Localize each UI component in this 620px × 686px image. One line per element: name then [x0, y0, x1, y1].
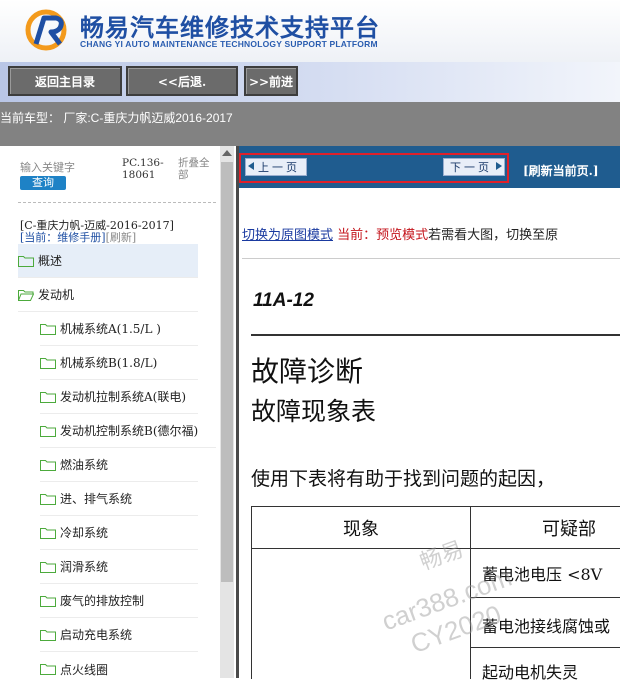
back-button[interactable]: <<后退. — [126, 66, 238, 96]
folder-icon — [40, 323, 56, 335]
tree-item-mech-a[interactable]: 机械系统A(1.5/L ) — [40, 312, 198, 346]
doc-heading: 故障诊断 — [251, 355, 364, 388]
tree-item-cooling[interactable]: 冷却系统 — [40, 516, 198, 550]
folder-icon — [40, 357, 56, 369]
current-vehicle-text: 当前车型： 厂家:C-重庆力帆迈威2016-2017 — [0, 111, 233, 125]
divider — [242, 258, 620, 259]
pager-bar: 上一页 下一页 [刷新当前页.] — [239, 146, 620, 188]
doc-page-code: 11A-12 — [253, 290, 314, 311]
folder-icon — [40, 493, 56, 505]
folder-icon — [18, 255, 34, 267]
tree-item-ecu-b[interactable]: 发动机控制系统B(德尔福) — [40, 414, 216, 448]
fold-all-link[interactable]: 折叠全部 — [178, 157, 218, 181]
mode-hint-text: 若需看大图，切换至原 — [428, 228, 559, 243]
app-header: 畅易汽车维修技术支持平台 CHANG YI AUTO MAINTENANCE T… — [0, 0, 620, 62]
left-arrow-icon — [248, 162, 254, 170]
tree-item-label: 发动机控制系统B(德尔福) — [60, 424, 199, 438]
sidebar-scrollbar[interactable] — [220, 146, 234, 678]
scroll-up-arrow-icon[interactable] — [222, 150, 232, 156]
tree-item-intake-exhaust[interactable]: 进、排气系统 — [40, 482, 198, 516]
mode-line: 切换为原图模式 当前：预览模式若需看大图，切换至原 — [242, 224, 558, 243]
tree-item-label: 润滑系统 — [60, 560, 109, 574]
folder-icon — [40, 391, 56, 403]
tree-item-label: 概述 — [38, 254, 63, 268]
tree-item-label: 机械系统A(1.5/L ) — [60, 322, 161, 336]
tree-item-label: 发动机 — [38, 288, 75, 302]
doc-intro-text: 使用下表将有助于找到问题的起因， — [251, 468, 556, 490]
forward-button[interactable]: >>前进 — [244, 66, 298, 96]
logo-icon — [25, 9, 67, 51]
folder-icon — [40, 664, 56, 675]
table-row-line — [471, 647, 620, 648]
app-subtitle: CHANG YI AUTO MAINTENANCE TECHNOLOGY SUP… — [80, 39, 378, 49]
tree-item-ecu-a[interactable]: 发动机拉制系统A(联电) — [40, 380, 198, 414]
prev-page-button[interactable]: 上一页 — [245, 158, 307, 176]
tree-item-label: 点火线圈 — [60, 662, 109, 677]
folder-icon — [40, 595, 56, 607]
right-arrow-icon — [496, 162, 502, 170]
search-input[interactable]: 输入关键字 — [20, 159, 94, 175]
app-title: 畅易汽车维修技术支持平台 — [80, 14, 380, 42]
tree-item-label: 发动机拉制系统A(联电) — [60, 390, 187, 404]
folder-open-icon — [18, 289, 34, 301]
pc-code: PC.136-18061 — [122, 157, 164, 181]
nav-bar: 返回主目录 <<后退. >>前进 — [0, 62, 620, 102]
refresh-page-link[interactable]: [刷新当前页.] — [523, 162, 599, 179]
tree-item-lubrication[interactable]: 润滑系统 — [40, 550, 198, 584]
prev-page-label: 上一页 — [258, 161, 300, 174]
document-panel: 上一页 下一页 [刷新当前页.] 切换为原图模式 当前：预览模式若需看大图，切换… — [236, 146, 620, 682]
tree-item-label: 启动充电系统 — [60, 628, 133, 642]
tree-item-ignition-coil[interactable]: 点火线圈 — [40, 652, 198, 686]
tree-item-label: 废气的排放控制 — [60, 594, 145, 608]
tree-item-engine[interactable]: 发动机 — [18, 278, 198, 312]
table-cell: 起动电机失灵 — [482, 663, 579, 682]
table-header-suspect: 可疑部 — [470, 507, 620, 549]
next-page-label: 下一页 — [450, 161, 492, 174]
breadcrumb-refresh[interactable]: [刷新] — [106, 231, 137, 244]
sidebar: 输入关键字 查询 PC.136-18061 折叠全部 [C-重庆力帆-迈威-20… — [0, 146, 236, 678]
tree-item-overview[interactable]: 概述 — [18, 244, 198, 278]
home-button[interactable]: 返回主目录 — [8, 66, 122, 96]
switch-original-mode-link[interactable]: 切换为原图模式 — [242, 228, 333, 243]
tree-item-label: 冷却系统 — [60, 526, 109, 540]
current-mode-text: 当前：预览模式 — [337, 228, 429, 243]
folder-icon — [40, 561, 56, 573]
divider — [18, 202, 216, 203]
tree-item-mech-b[interactable]: 机械系统B(1.8/L) — [40, 346, 198, 380]
folder-icon — [40, 459, 56, 471]
doc-subheading: 故障现象表 — [251, 397, 377, 426]
next-page-button[interactable]: 下一页 — [443, 158, 505, 176]
scroll-thumb[interactable] — [221, 162, 233, 582]
tree-item-fuel[interactable]: 燃油系统 — [40, 448, 198, 482]
tree-item-starting-charging[interactable]: 启动充电系统 — [40, 618, 198, 652]
tree-item-label: 进、排气系统 — [60, 492, 133, 506]
tree-item-emission[interactable]: 废气的排放控制 — [40, 584, 198, 618]
breadcrumb: [C-重庆力帆-迈威-2016-2017] [当前：维修手册][刷新] — [20, 220, 174, 244]
tree-item-label: 机械系统B(1.8/L) — [60, 356, 158, 370]
doc-rule — [251, 334, 620, 336]
breadcrumb-current: [当前：维修手册] — [20, 231, 106, 244]
folder-icon — [40, 629, 56, 641]
search-button[interactable]: 查询 — [20, 176, 66, 190]
tree-item-label: 燃油系统 — [60, 458, 109, 472]
current-vehicle-bar: 当前车型： 厂家:C-重庆力帆迈威2016-2017 — [0, 102, 620, 146]
folder-icon — [40, 425, 56, 437]
folder-icon — [40, 527, 56, 539]
